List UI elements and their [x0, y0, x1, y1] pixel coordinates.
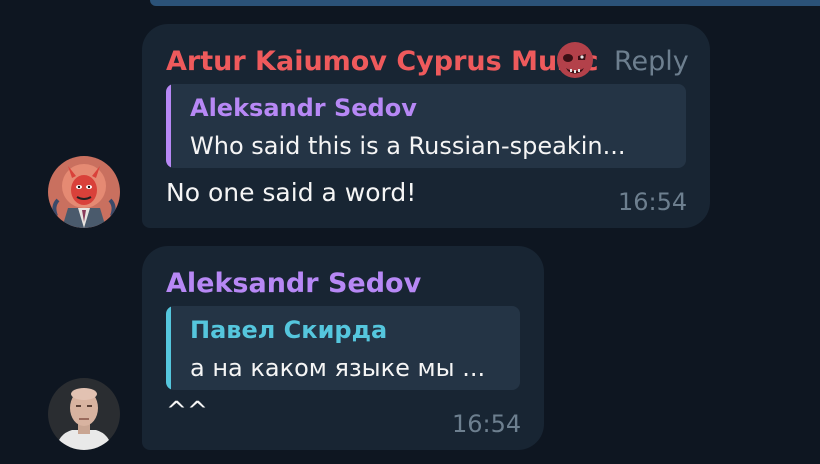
sender-name[interactable]: Artur Kaiumov Cyprus Music: [166, 46, 599, 77]
quote-bar: [166, 306, 171, 390]
message-text: No one said a word!: [166, 178, 417, 207]
sender-name[interactable]: Aleksandr Sedov: [166, 268, 421, 299]
message-time: 16:54: [618, 188, 688, 216]
quote-bar: [166, 84, 171, 168]
quote-author: Павел Скирда: [190, 316, 388, 344]
message-bubble[interactable]: Artur Kaiumov Cyprus Music Reply Aleksan…: [142, 24, 710, 228]
quote-text: Who said this is a Russian-speakin...: [190, 132, 626, 160]
reply-button[interactable]: Reply: [614, 46, 689, 77]
quote-author: Aleksandr Sedov: [190, 94, 417, 122]
skull-emoji-icon: [557, 42, 593, 78]
message-bubble[interactable]: Aleksandr Sedov Павел Скирда а на каком …: [142, 246, 544, 450]
avatar[interactable]: [48, 156, 120, 228]
message-time: 16:54: [452, 410, 522, 438]
message-text: ^^: [166, 396, 208, 425]
chat-history: Artur Kaiumov Cyprus Music Reply Aleksan…: [0, 0, 820, 464]
reply-quote[interactable]: Aleksandr Sedov Who said this is a Russi…: [166, 84, 686, 168]
devil-cartoon-avatar-icon: [48, 156, 120, 228]
quote-text: а на каком языке мы ...: [190, 354, 486, 382]
reply-quote[interactable]: Павел Скирда а на каком языке мы ...: [166, 306, 520, 390]
avatar[interactable]: [48, 378, 120, 450]
previous-message-bubble-edge: [150, 0, 820, 6]
bald-man-avatar-icon: [48, 378, 120, 450]
